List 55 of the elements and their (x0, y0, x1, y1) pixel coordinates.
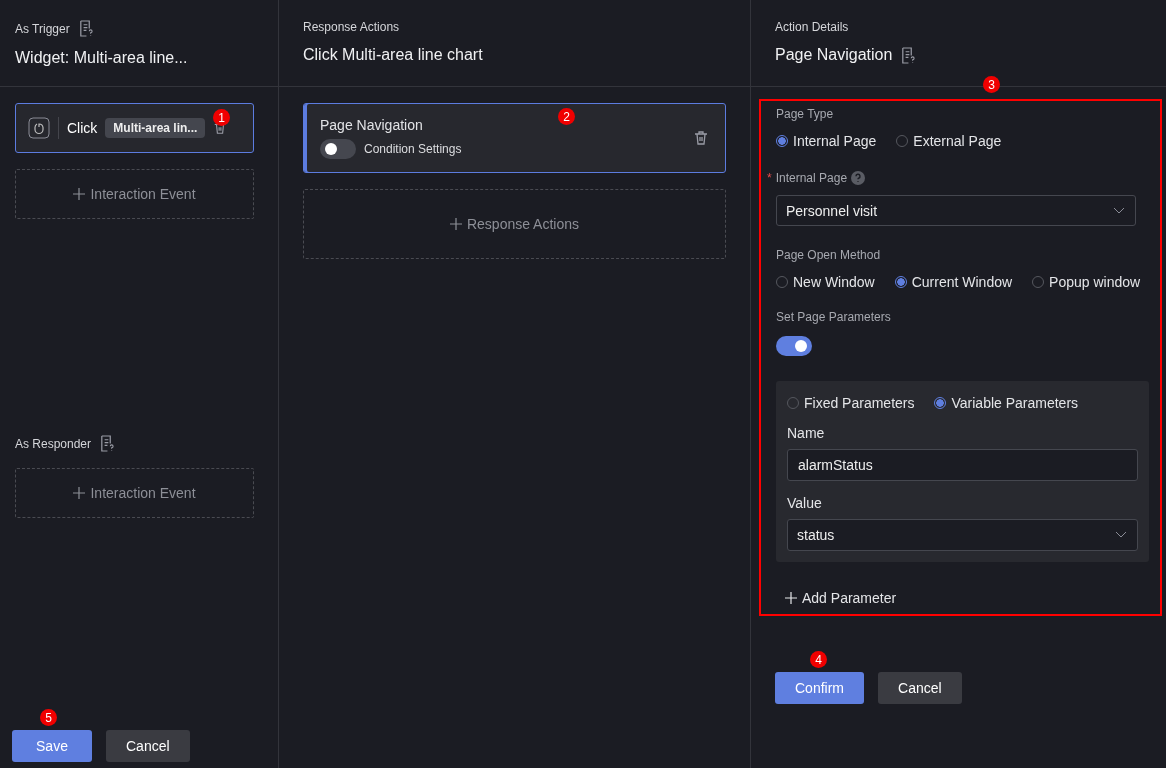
help-document-icon[interactable] (77, 20, 93, 37)
panel-title: Click Multi-area line chart (303, 46, 483, 64)
help-document-icon[interactable] (900, 46, 916, 64)
callout-badge: 1 (213, 109, 230, 126)
radio-option[interactable]: External Page (896, 133, 1002, 149)
name-input-field[interactable]: alarmStatus (787, 449, 1138, 481)
field-label: Value (787, 495, 823, 511)
action-name: Page Navigation (320, 117, 424, 133)
callout-badge: 4 (810, 651, 827, 668)
chevron-down-icon (1115, 531, 1127, 539)
field-label: Page Open Method (776, 248, 882, 262)
radio-option[interactable]: Fixed Parameters (787, 395, 915, 411)
radio-option[interactable]: Popup window (1032, 274, 1141, 290)
event-action: Click (67, 120, 98, 136)
panel-title: Page Navigation (775, 46, 893, 64)
radio-option[interactable]: Current Window (894, 274, 1013, 290)
callout-badge: 5 (40, 709, 57, 726)
callout-badge: 3 (983, 76, 1000, 93)
callout-badge: 2 (558, 108, 575, 125)
add-parameter-button[interactable]: Add Parameter (785, 590, 1145, 606)
plus-icon (449, 218, 462, 230)
add-event-button[interactable]: Interaction Event (15, 169, 254, 219)
field-label: Page Type (776, 107, 835, 121)
toggle-label: Condition Settings (364, 142, 462, 156)
event-card[interactable]: Click Multi-area lin... 1 (15, 103, 254, 153)
chevron-down-icon (1113, 206, 1125, 215)
add-event-button[interactable]: Interaction Event (15, 468, 254, 518)
section-heading: As Trigger (15, 21, 70, 36)
mouse-click-icon (28, 117, 50, 139)
plus-icon (73, 188, 86, 200)
footer-button[interactable]: Cancel (106, 730, 190, 762)
field-label: Set Page Parameters (776, 310, 892, 324)
value-select[interactable]: status (787, 519, 1138, 551)
section-heading: Action Details (775, 20, 849, 34)
field-label: Name (787, 425, 826, 441)
section-heading: Response Actions (303, 20, 400, 34)
event-target-tag: Multi-area lin... (105, 118, 206, 138)
toggle-switch[interactable] (320, 139, 356, 159)
help-icon[interactable] (851, 171, 866, 185)
plus-icon (785, 592, 797, 604)
field-label: Internal Page (775, 171, 848, 185)
delete-icon[interactable] (693, 130, 709, 146)
page-select[interactable]: Personnel visit (776, 195, 1136, 226)
radio-option[interactable]: Internal Page (776, 133, 877, 149)
action-card[interactable]: Page Navigation Condition Settings 2 (303, 103, 726, 173)
required-mark: * (767, 171, 772, 185)
form-button[interactable]: Cancel (878, 672, 962, 704)
help-document-icon[interactable] (99, 435, 115, 452)
plus-icon (73, 487, 86, 499)
panel-title: Widget: Multi-area line... (15, 49, 188, 67)
section-heading: As Responder (15, 436, 92, 451)
radio-option[interactable]: New Window (776, 274, 875, 290)
radio-option[interactable]: Variable Parameters (934, 395, 1079, 411)
add-action-button[interactable]: Response Actions (303, 189, 726, 259)
toggle-switch[interactable] (776, 336, 812, 356)
